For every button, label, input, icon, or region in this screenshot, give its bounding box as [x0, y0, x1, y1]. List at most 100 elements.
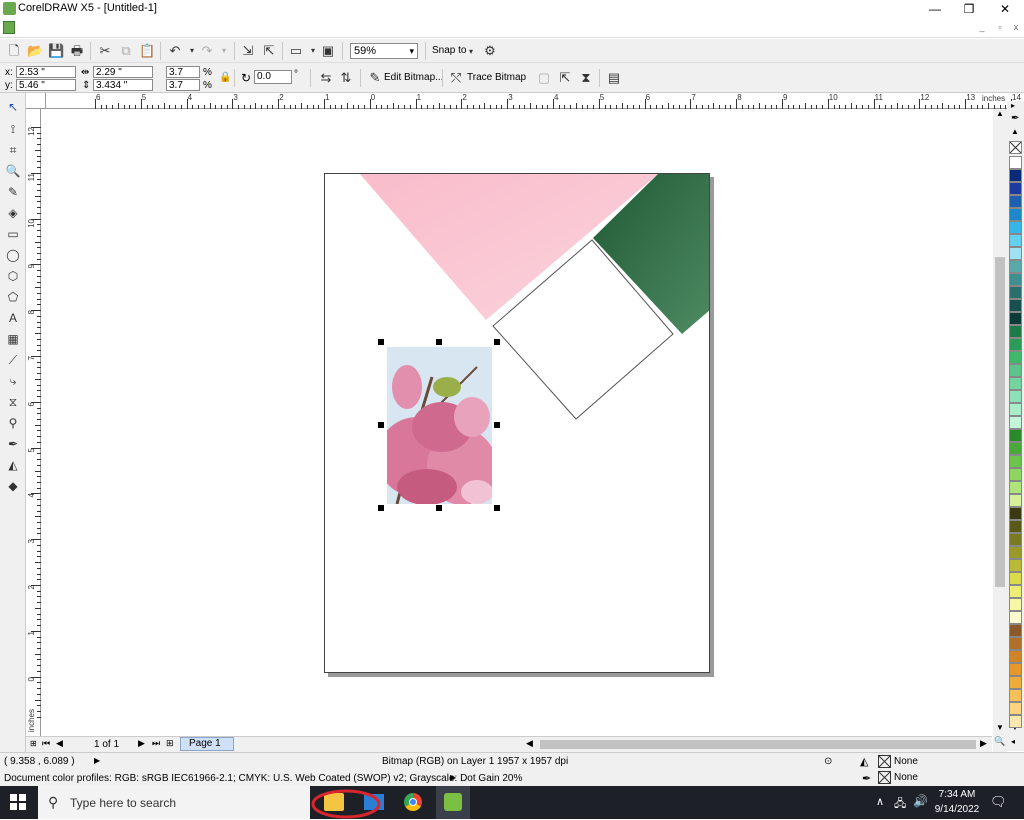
color-swatch[interactable]	[1009, 585, 1022, 598]
color-swatch[interactable]	[1009, 494, 1022, 507]
ellipse-tool-icon[interactable]: ◯	[5, 247, 21, 263]
color-swatch[interactable]	[1009, 442, 1022, 455]
color-swatch[interactable]	[1009, 637, 1022, 650]
color-swatch[interactable]	[1009, 338, 1022, 351]
color-swatch[interactable]	[1009, 715, 1022, 728]
navigator-zoom-icon[interactable]: 🔍	[993, 736, 1007, 752]
color-swatch[interactable]	[1009, 533, 1022, 546]
page-tab[interactable]: Page 1	[180, 737, 234, 751]
clock-date[interactable]: 9/14/2022	[930, 804, 984, 815]
vertical-scroll-thumb[interactable]	[995, 257, 1005, 587]
color-swatch[interactable]	[1009, 221, 1022, 234]
interactive-fill-tool-icon[interactable]: ◆	[5, 478, 21, 494]
selection-handle[interactable]	[436, 339, 442, 345]
fill-none-swatch[interactable]	[878, 755, 891, 768]
shape-tool-icon[interactable]: ⟟	[5, 121, 21, 137]
color-swatch[interactable]	[1009, 169, 1022, 182]
application-launcher-icon[interactable]: ▭	[288, 43, 304, 59]
cut-icon[interactable]: ✂	[97, 43, 113, 59]
minimize-button[interactable]: —	[918, 0, 952, 18]
redo-dropdown-icon[interactable]: ▾	[216, 43, 232, 59]
selection-handle[interactable]	[378, 505, 384, 511]
pick-tool-icon[interactable]: ↖	[5, 99, 21, 115]
export-icon[interactable]: ⇱	[261, 43, 277, 59]
color-swatch[interactable]	[1009, 390, 1022, 403]
undo-icon[interactable]: ↶	[167, 43, 183, 59]
text-tool-icon[interactable]: A	[5, 310, 21, 326]
x-position-field[interactable]: 2.53 "	[16, 66, 76, 78]
selection-handle[interactable]	[494, 422, 500, 428]
rectangle-tool-icon[interactable]: ▭	[5, 226, 21, 242]
coreldraw-taskbar-button[interactable]	[436, 786, 470, 819]
zoom-tool-icon[interactable]: 🔍	[5, 163, 21, 179]
color-swatch[interactable]	[1009, 546, 1022, 559]
color-swatch[interactable]	[1009, 624, 1022, 637]
lock-ratio-icon[interactable]: 🔒	[219, 72, 231, 83]
mdi-restore-button[interactable]: ▫	[994, 22, 1006, 34]
ruler-origin[interactable]	[26, 93, 46, 109]
selection-handle[interactable]	[378, 339, 384, 345]
print-icon[interactable]: 🖶	[69, 43, 85, 59]
resample-icon[interactable]: ⇱	[557, 70, 573, 86]
color-swatch[interactable]	[1009, 208, 1022, 221]
crop-tool-icon[interactable]: ⌗	[5, 142, 21, 158]
color-swatch[interactable]	[1009, 507, 1022, 520]
chrome-icon[interactable]	[404, 793, 422, 811]
wrap-text-icon[interactable]: ▤	[606, 70, 622, 86]
no-color-swatch[interactable]	[1009, 141, 1022, 154]
redo-icon[interactable]: ↷	[199, 43, 215, 59]
previous-page-icon[interactable]: ◀	[56, 738, 63, 749]
mirror-vertical-icon[interactable]: ⇅	[338, 70, 354, 86]
selection-handle[interactable]	[436, 505, 442, 511]
vertical-scrollbar[interactable]: ▲ ▼	[993, 109, 1007, 736]
mdi-close-button[interactable]: x	[1010, 22, 1022, 34]
notification-icon[interactable]: 🗨	[990, 794, 1007, 810]
cursor-menu-arrow-icon[interactable]: ▶	[94, 756, 100, 765]
color-swatch[interactable]	[1009, 234, 1022, 247]
fill-tool-icon[interactable]: ◭	[5, 457, 21, 473]
vertical-ruler[interactable]: 12 11 10 9 8 7 6 5 4 3 2 1 0 inches	[26, 109, 41, 736]
color-swatch[interactable]	[1009, 273, 1022, 286]
color-swatch[interactable]	[1009, 468, 1022, 481]
snap-settings-icon[interactable]: ⊙	[824, 756, 832, 767]
outline-pen-tool-icon[interactable]: ✒	[5, 436, 21, 452]
document-icon[interactable]	[3, 21, 15, 34]
taskbar-search-box[interactable]: ⚲ Type here to search	[38, 786, 310, 819]
color-swatch[interactable]	[1009, 429, 1022, 442]
basic-shapes-tool-icon[interactable]: ⬠	[5, 289, 21, 305]
open-icon[interactable]: 📂	[27, 43, 43, 59]
palette-scroll-up-icon[interactable]: ▲	[1011, 127, 1019, 136]
import-icon[interactable]: ⇲	[240, 43, 256, 59]
volume-icon[interactable]: 🔊	[913, 794, 928, 808]
edit-bitmap-button[interactable]: Edit Bitmap...	[384, 72, 443, 83]
eyedropper-tool-icon[interactable]: ⚲	[5, 415, 21, 431]
add-page-icon[interactable]: ⊞	[30, 739, 40, 748]
snap-to-button[interactable]: Snap to	[432, 45, 466, 56]
scroll-right-icon[interactable]: ▶	[980, 738, 987, 749]
scroll-left-icon[interactable]: ◀	[526, 738, 533, 749]
color-swatch[interactable]	[1009, 351, 1022, 364]
crop-bitmap-icon[interactable]: ▢	[536, 70, 552, 86]
color-swatch[interactable]	[1009, 364, 1022, 377]
color-swatch[interactable]	[1009, 689, 1022, 702]
color-swatch[interactable]	[1009, 312, 1022, 325]
paste-icon[interactable]: 📋	[139, 43, 155, 59]
selection-handle[interactable]	[378, 422, 384, 428]
options-icon[interactable]: ⚙	[482, 43, 498, 59]
y-position-field[interactable]: 5.46 "	[16, 79, 76, 91]
color-swatch[interactable]	[1009, 650, 1022, 663]
smart-fill-tool-icon[interactable]: ◈	[5, 205, 21, 221]
color-swatch[interactable]	[1009, 676, 1022, 689]
profiles-menu-arrow-icon[interactable]: ▶	[450, 773, 456, 782]
color-swatch[interactable]	[1009, 260, 1022, 273]
color-swatch[interactable]	[1009, 325, 1022, 338]
color-swatch[interactable]	[1009, 416, 1022, 429]
new-icon[interactable]: 🗋	[6, 43, 22, 59]
horizontal-ruler[interactable]: 6 5 4 3 2 1 0 1 2 3 4 5 6 7 8 9 10 11 12 13 14 inches	[46, 93, 1024, 109]
scroll-down-icon[interactable]: ▼	[994, 723, 1006, 735]
scale-x-field[interactable]: 3.7	[166, 66, 200, 78]
color-swatch[interactable]	[1009, 702, 1022, 715]
color-swatch[interactable]	[1009, 377, 1022, 390]
show-hidden-icons-icon[interactable]: ∧	[876, 795, 884, 808]
snap-dropdown-icon[interactable]: ▾	[463, 44, 479, 60]
